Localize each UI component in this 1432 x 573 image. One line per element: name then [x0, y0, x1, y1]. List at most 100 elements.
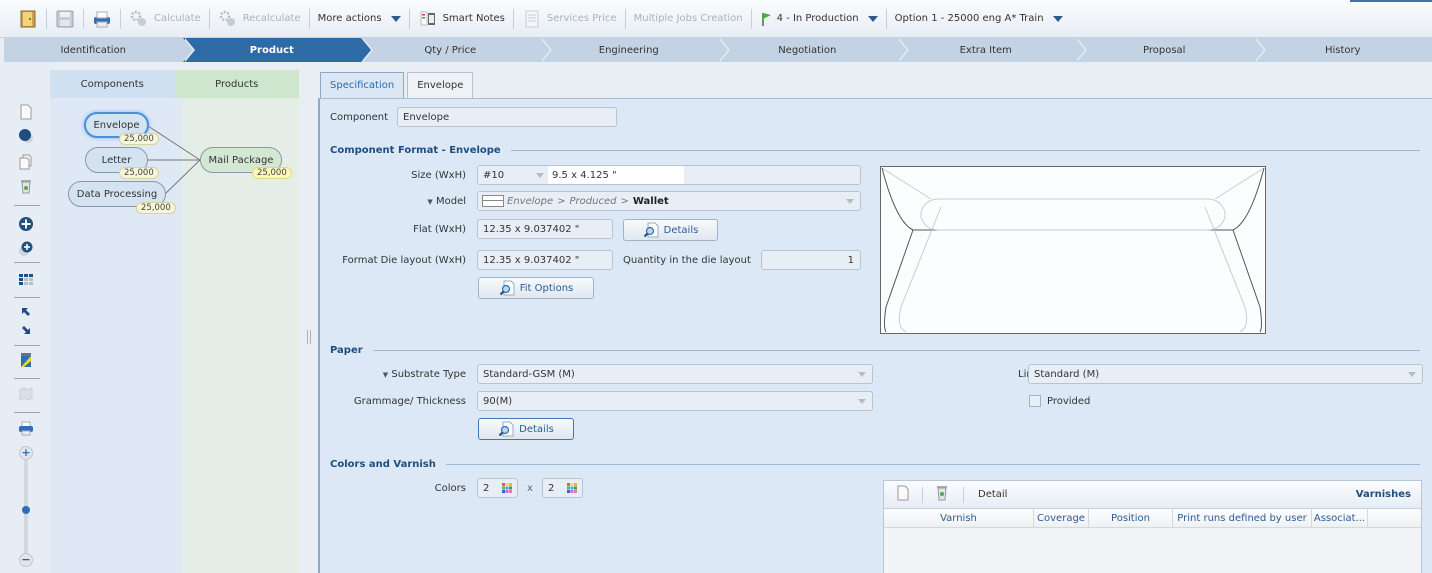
model-separator: > [620, 195, 629, 207]
size-preset-select[interactable]: #10 [478, 166, 548, 184]
more-actions-label: More actions [317, 13, 382, 24]
step-proposal[interactable]: Proposal [1075, 38, 1266, 62]
component-name: Data Processing [76, 188, 158, 200]
caret-down-icon [1052, 15, 1063, 22]
envelope-preview [880, 166, 1266, 334]
component-qty-badge: 25,000 [119, 167, 159, 179]
colors-back-field[interactable]: 2 [542, 478, 583, 498]
save-button[interactable] [47, 8, 83, 30]
column-header-associated[interactable]: Associat... [1312, 509, 1368, 527]
services-price-button[interactable]: Services Price [514, 8, 625, 30]
panel-splitter[interactable] [307, 330, 311, 344]
arrow-down-right-icon[interactable] [18, 322, 34, 338]
calculate-button[interactable]: Calculate [121, 8, 209, 30]
product-name: Mail Package [208, 154, 274, 166]
step-label: Negotiation [778, 44, 837, 56]
step-identification[interactable]: Identification [4, 38, 195, 62]
delete-varnish-icon[interactable] [935, 485, 949, 504]
colors-back-value: 2 [548, 482, 555, 494]
zoom-out-icon[interactable]: − [19, 553, 33, 567]
size-preset-value: #10 [483, 169, 505, 181]
fit-options-button[interactable]: Fit Options [478, 277, 594, 299]
tab-specification[interactable]: Specification [320, 72, 405, 98]
line-select[interactable]: Standard (M) [1028, 364, 1423, 384]
step-negotiation[interactable]: Negotiation [718, 38, 909, 62]
color-palette-icon[interactable] [502, 483, 512, 496]
step-label: Product [249, 44, 294, 56]
exit-button[interactable] [10, 8, 46, 30]
status-menu[interactable]: 4 - In Production [752, 8, 886, 30]
new-varnish-icon[interactable] [896, 485, 910, 504]
component-name: Letter [101, 154, 132, 166]
new-document-icon[interactable] [18, 104, 34, 120]
duplicate-icon[interactable] [18, 154, 34, 170]
printer-icon[interactable] [18, 420, 34, 436]
component-value: Envelope [403, 111, 450, 123]
option-menu[interactable]: Option 1 - 25000 eng A* Train [887, 8, 1071, 30]
map-icon[interactable] [18, 386, 34, 402]
step-chevron [1075, 38, 1085, 62]
step-chevron [1253, 38, 1264, 62]
zoom-handle[interactable] [22, 506, 30, 514]
flat-label: Flat (WxH) [413, 224, 466, 235]
step-qty-price[interactable]: Qty / Price [361, 38, 552, 62]
magnifier-document-icon [643, 222, 659, 238]
size-field[interactable]: #10 9.5 x 4.125 " [477, 165, 861, 185]
recalculate-button[interactable]: Recalculate [210, 8, 309, 30]
more-actions-menu[interactable]: More actions [310, 8, 409, 30]
dropdown-arrow-icon [858, 372, 866, 377]
model-label-text: Model [435, 196, 466, 207]
varnish-detail-button[interactable]: Detail [978, 489, 1007, 500]
color-palette-icon[interactable] [567, 483, 577, 496]
product-qty-badge: 25,000 [252, 167, 292, 179]
toolbar-divider [14, 262, 40, 263]
zoom-slider[interactable]: + − [19, 446, 33, 573]
export-icon[interactable] [18, 352, 34, 368]
caret-down-icon [867, 15, 878, 22]
step-extra-item[interactable]: Extra Item [897, 38, 1087, 62]
component-field[interactable]: Envelope [397, 107, 617, 127]
substrate-select[interactable]: Standard-GSM (M) [477, 364, 873, 384]
varnishes-toolbar: Detail Varnishes [884, 481, 1421, 509]
step-label: Engineering [598, 44, 659, 56]
provided-checkbox[interactable] [1029, 395, 1041, 407]
column-header-coverage[interactable]: Coverage [1034, 509, 1089, 527]
column-header-print-runs[interactable]: Print runs defined by user [1173, 509, 1312, 527]
details-label: Details [519, 423, 554, 435]
die-qty-field[interactable]: 1 [761, 250, 861, 270]
specification-content: Component Envelope Component Format - En… [318, 98, 1432, 573]
provided-label: Provided [1047, 396, 1091, 407]
step-history[interactable]: History [1254, 38, 1432, 62]
component-qty-badge: 25,000 [136, 202, 176, 214]
model-select[interactable]: Envelope > Produced > Wallet [477, 191, 861, 211]
grammage-select[interactable]: 90(M) [477, 391, 873, 411]
size-value-input[interactable]: 9.5 x 4.125 " [548, 166, 684, 184]
trash-icon[interactable] [18, 178, 34, 194]
tab-envelope[interactable]: Envelope [407, 72, 474, 98]
arrow-up-left-icon[interactable] [18, 304, 34, 320]
colors-front-field[interactable]: 2 [477, 478, 518, 498]
model-separator: > [557, 195, 566, 207]
workflow-steps: Identification Product Qty / Price Engineer… [4, 38, 1432, 62]
multiple-jobs-creation-button[interactable]: Multiple Jobs Creation [626, 8, 751, 30]
node-shape-icon[interactable] [18, 128, 34, 144]
smart-notes-button[interactable]: Smart Notes [410, 8, 513, 30]
size-label: Size (WxH) [411, 170, 466, 181]
main-toolbar: Calculate Recalculate More actions Smart… [0, 0, 1432, 38]
die-layout-field[interactable]: 12.35 x 9.037402 " [477, 250, 613, 270]
paper-details-button[interactable]: Details [478, 418, 574, 440]
column-header-position[interactable]: Position [1089, 509, 1173, 527]
add-sub-node-icon[interactable] [18, 240, 34, 256]
zoom-in-icon[interactable]: + [19, 446, 33, 460]
format-details-button[interactable]: Details [623, 219, 718, 241]
toolbar-divider [14, 412, 40, 413]
column-header-varnish[interactable]: Varnish [884, 509, 1034, 527]
print-button[interactable] [84, 8, 120, 30]
step-engineering[interactable]: Engineering [540, 38, 730, 62]
step-product[interactable]: Product [182, 38, 373, 62]
calculate-label: Calculate [154, 13, 201, 24]
notes-icon [418, 9, 438, 29]
add-node-icon[interactable] [18, 216, 34, 232]
grid-layout-icon[interactable] [18, 272, 34, 288]
flat-field[interactable]: 12.35 x 9.037402 " [477, 219, 613, 239]
